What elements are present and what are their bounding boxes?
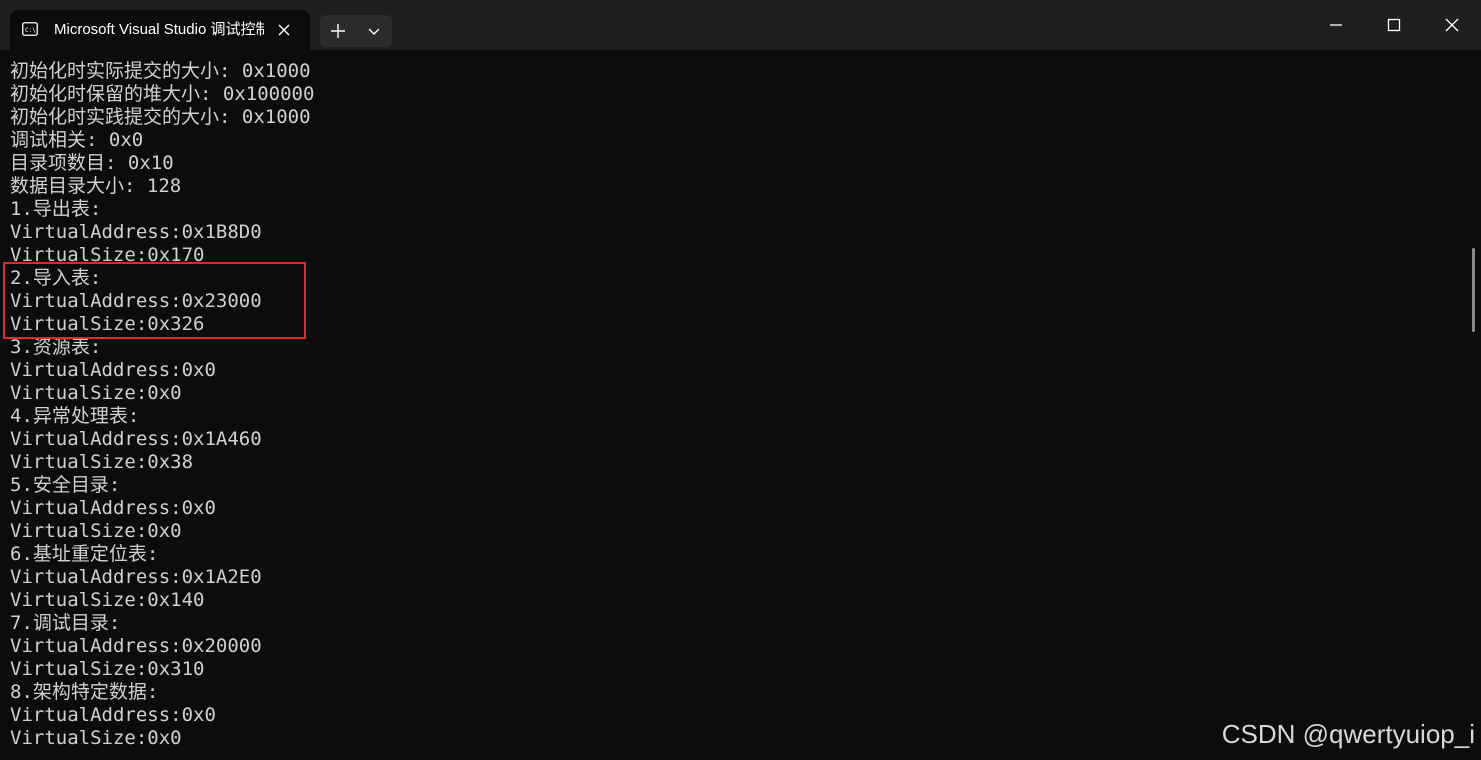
console-line: VirtualSize:0x170	[10, 244, 205, 266]
new-tab-button[interactable]	[320, 15, 356, 47]
console-line: VirtualAddress:0x0	[10, 704, 216, 726]
console-line: VirtualSize:0x0	[10, 382, 182, 404]
chevron-down-icon	[368, 28, 380, 35]
minimize-icon	[1330, 24, 1342, 26]
scrollbar-thumb[interactable]	[1472, 248, 1475, 332]
console-line: VirtualSize:0x38	[10, 451, 194, 473]
svg-text:C:\: C:\	[25, 27, 36, 34]
console-line: 8.架构特定数据:	[10, 681, 159, 703]
console-line: VirtualSize:0x310	[10, 658, 205, 680]
console-line: 数据目录大小: 128	[10, 175, 182, 197]
console-line: 初始化时实际提交的大小: 0x1000	[10, 60, 311, 82]
tab-title: Microsoft Visual Studio 调试控制台	[54, 21, 264, 38]
console-line: 1.导出表:	[10, 198, 102, 220]
console-output[interactable]: 初始化时实际提交的大小: 0x1000 初始化时保留的堆大小: 0x100000…	[0, 50, 1481, 760]
terminal-icon: C:\	[22, 22, 38, 36]
console-lines: 初始化时实际提交的大小: 0x1000 初始化时保留的堆大小: 0x100000…	[10, 60, 314, 750]
console-line: 初始化时实践提交的大小: 0x1000	[10, 106, 311, 128]
plus-icon	[331, 24, 345, 38]
title-bar: C:\ Microsoft Visual Studio 调试控制台	[0, 0, 1481, 50]
console-line: 初始化时保留的堆大小: 0x100000	[10, 83, 315, 105]
console-line: 7.调试目录:	[10, 612, 121, 634]
console-line: VirtualSize:0x326	[10, 313, 205, 335]
maximize-button[interactable]	[1365, 0, 1423, 50]
console-line: 6.基址重定位表:	[10, 543, 159, 565]
console-line: VirtualAddress:0x1B8D0	[10, 221, 262, 243]
maximize-icon	[1387, 18, 1401, 32]
tab-dropdown-button[interactable]	[356, 15, 392, 47]
console-line: 调试相关: 0x0	[10, 129, 144, 151]
terminal-tab[interactable]: C:\ Microsoft Visual Studio 调试控制台	[10, 10, 310, 50]
console-line: 3.资源表:	[10, 336, 102, 358]
console-line: VirtualAddress:0x0	[10, 497, 216, 519]
console-line: VirtualAddress:0x1A460	[10, 428, 262, 450]
console-line: VirtualAddress:0x0	[10, 359, 216, 381]
tab-close-icon[interactable]	[274, 20, 294, 40]
console-line: 5.安全目录:	[10, 474, 121, 496]
minimize-button[interactable]	[1307, 0, 1365, 50]
close-window-button[interactable]	[1423, 0, 1481, 50]
console-line: VirtualSize:0x0	[10, 520, 182, 542]
console-line: VirtualAddress:0x20000	[10, 635, 262, 657]
watermark: CSDN @qwertyuiop_i	[1221, 719, 1475, 749]
console-line: 2.导入表:	[10, 267, 102, 289]
console-line: VirtualAddress:0x1A2E0	[10, 566, 262, 588]
console-line: 目录项数目: 0x10	[10, 152, 174, 174]
console-line: VirtualSize:0x140	[10, 589, 205, 611]
close-icon	[1445, 18, 1459, 32]
console-line: VirtualAddress:0x23000	[10, 290, 262, 312]
console-line: VirtualSize:0x0	[10, 727, 182, 749]
console-line: 4.异常处理表:	[10, 405, 140, 427]
